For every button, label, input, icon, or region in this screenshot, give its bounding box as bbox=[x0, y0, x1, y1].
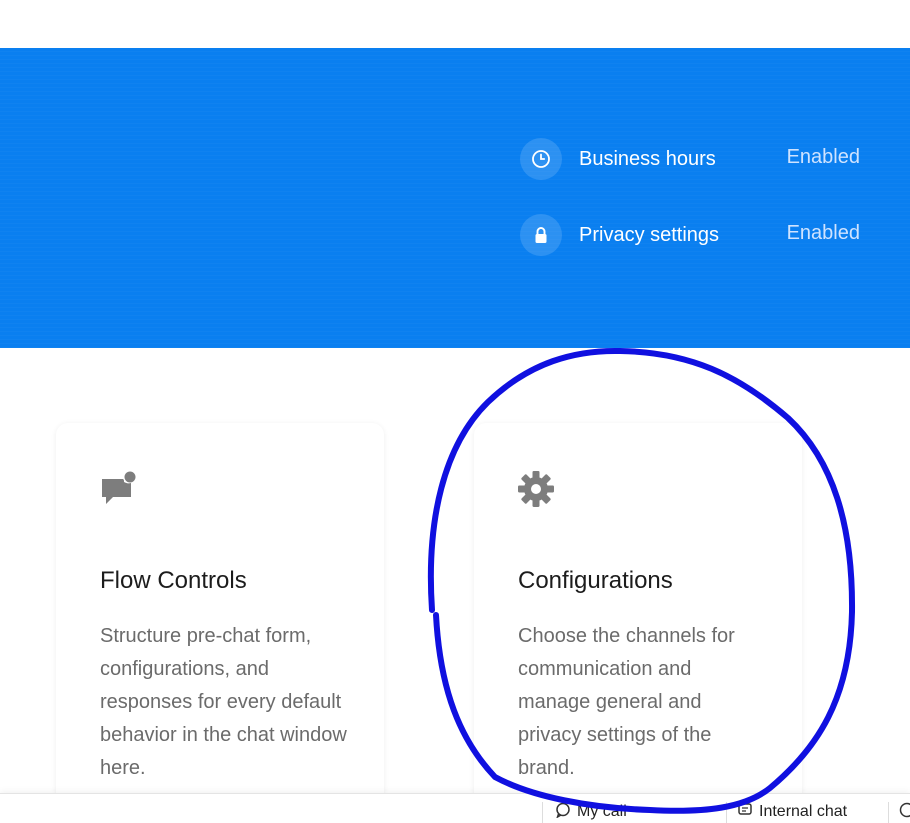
business-hours-row[interactable]: Business hours Enabled bbox=[520, 138, 880, 182]
business-hours-label: Business hours bbox=[579, 148, 716, 170]
hero-banner: Business hours Enabled Privacy settings … bbox=[0, 48, 910, 348]
help-icon bbox=[899, 802, 910, 818]
card-description: Choose the channels for communication an… bbox=[518, 625, 735, 779]
chat-notification-icon bbox=[100, 470, 138, 509]
internal-chat-button[interactable]: Internal chat bbox=[726, 802, 847, 823]
privacy-settings-row[interactable]: Privacy settings Enabled bbox=[520, 214, 880, 258]
card-description: Structure pre-chat form, configurations,… bbox=[100, 625, 347, 779]
help-button[interactable] bbox=[888, 802, 910, 823]
privacy-settings-status: Enabled bbox=[786, 222, 860, 244]
gear-icon bbox=[518, 471, 556, 509]
card-title: Configurations bbox=[518, 567, 673, 594]
lock-icon bbox=[520, 214, 562, 256]
card-title: Flow Controls bbox=[100, 567, 247, 594]
my-call-label: My call bbox=[577, 803, 627, 820]
flow-controls-card[interactable]: Flow Controls Structure pre-chat form, c… bbox=[56, 423, 384, 823]
internal-chat-label: Internal chat bbox=[759, 803, 848, 820]
my-call-button[interactable]: My call bbox=[542, 802, 627, 823]
chat-icon bbox=[556, 802, 570, 819]
page: Business hours Enabled Privacy settings … bbox=[0, 0, 910, 823]
business-hours-status: Enabled bbox=[786, 146, 860, 168]
privacy-settings-label: Privacy settings bbox=[579, 224, 720, 246]
bottom-bar: My call Internal chat bbox=[0, 793, 910, 823]
configurations-card[interactable]: Configurations Choose the channels for c… bbox=[474, 423, 802, 823]
clock-icon bbox=[520, 138, 562, 180]
message-icon bbox=[738, 803, 752, 815]
